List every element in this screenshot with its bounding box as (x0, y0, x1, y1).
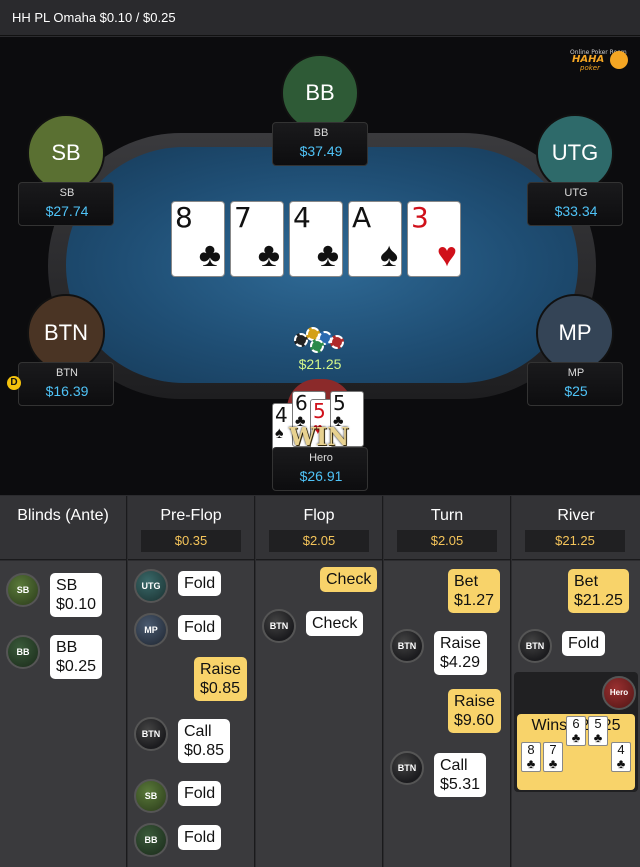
hero-action-bubble: Check (320, 567, 378, 592)
seat-utg-plate: UTG $33.34 (527, 182, 623, 226)
room-logo: Online Poker Room HAHA poker (570, 49, 628, 72)
action-bubble: Fold (178, 825, 222, 850)
seat-mp-stack: $25 (564, 383, 588, 399)
winner-box: Hero Wins $21.25 8♣ 7♣ 6♣ 5♣ 4♣ (514, 672, 638, 792)
street-body: UTG Fold MP Fold Raise $0.85 BTN Call $0.8… (128, 561, 254, 867)
action-bubble: Fold (178, 615, 222, 640)
seat-sb-plate: SB $27.74 (18, 182, 114, 226)
position-badge-sb: SB (6, 573, 40, 607)
seat-sb-name: SB (59, 187, 75, 199)
position-badge-btn: BTN (134, 717, 168, 751)
hero-action-bubble: Raise $9.60 (448, 689, 501, 733)
street-body: Check BTN Check (256, 561, 382, 867)
board-card: 3 ♥ (407, 201, 461, 277)
hand-history-panel: Blinds (Ante) SB SB $0.10 BB BB $0.25 Pre-… (0, 496, 640, 867)
seat-bb-plate: BB $37.49 (272, 122, 368, 166)
winning-card: 8 ♣ (521, 742, 541, 772)
action-bubble: SB $0.10 (50, 573, 103, 617)
position-badge-btn: BTN (390, 751, 424, 785)
winner-summary: Wins $21.25 8♣ 7♣ 6♣ 5♣ 4♣ (517, 714, 635, 790)
seat-mp-avatar: MP (536, 294, 614, 372)
action-bubble: Fold (178, 571, 222, 596)
hero-action-bubble: Bet $1.27 (448, 569, 501, 613)
position-badge-btn: BTN (518, 629, 552, 663)
street-column-turn: Turn $2.05 Bet $1.27 BTN Raise $4.29 Raise… (384, 496, 511, 867)
street-header-blinds: Blinds (Ante) (0, 496, 126, 560)
winning-card: 7 ♣ (543, 742, 563, 772)
street-header-flop: Flop $2.05 (256, 496, 382, 560)
seat-btn-stack: $16.39 (45, 383, 89, 399)
board-card: 8 ♣ (171, 201, 225, 277)
position-badge-utg: UTG (134, 569, 168, 603)
position-badge-btn: BTN (262, 609, 296, 643)
action-bubble: Call $5.31 (434, 753, 487, 797)
game-title: HH PL Omaha $0.10 / $0.25 (12, 10, 176, 25)
seat-btn-plate: BTN $16.39 (18, 362, 114, 406)
seat-bb-avatar: BB (281, 54, 359, 132)
action-bubble: Check (306, 611, 364, 636)
hero-action-bubble: Raise $0.85 (194, 657, 247, 701)
logo-mascot-icon (610, 51, 628, 69)
position-badge-bb: BB (6, 635, 40, 669)
street-column-flop: Flop $2.05 Check BTN Check (256, 496, 383, 867)
action-bubble: Call $0.85 (178, 719, 231, 763)
seat-mp-plate: MP $25 (527, 362, 623, 406)
street-title: Flop (303, 507, 335, 524)
action-bubble: Fold (178, 781, 222, 806)
hero-stack: $26.91 (299, 468, 343, 484)
street-title: Pre-Flop (160, 507, 222, 524)
street-header-turn: Turn $2.05 (384, 496, 510, 560)
dealer-button-icon: D (7, 376, 21, 390)
position-badge-bb: BB (134, 823, 168, 857)
seat-btn-avatar: BTN (27, 294, 105, 372)
seat-utg-name: UTG (564, 187, 588, 199)
winning-card: 4 ♣ (611, 742, 631, 772)
street-title: Blinds (Ante) (17, 507, 109, 524)
street-title: River (557, 507, 595, 524)
logo-sub: poker (580, 64, 600, 72)
street-column-blinds: Blinds (Ante) SB SB $0.10 BB BB $0.25 (0, 496, 127, 867)
street-header-preflop: Pre-Flop $0.35 (128, 496, 254, 560)
action-bubble: Fold (562, 631, 606, 656)
position-badge-btn: BTN (390, 629, 424, 663)
pot-chips-icon (290, 325, 348, 359)
action-bubble: BB $0.25 (50, 635, 103, 679)
street-pot: $2.05 (269, 530, 369, 552)
win-banner: WIN (289, 422, 350, 451)
position-badge-sb: SB (134, 779, 168, 813)
action-bubble: Raise $4.29 (434, 631, 487, 675)
board-card: 7 ♣ (230, 201, 284, 277)
board-card: 4 ♣ (289, 201, 343, 277)
seat-sb-stack: $27.74 (45, 203, 89, 219)
seat-utg-avatar: UTG (536, 114, 614, 192)
street-header-river: River $21.25 (512, 496, 640, 560)
board-cards: 8 ♣ 7 ♣ 4 ♣ A ♠ 3 ♥ (171, 201, 463, 277)
pot-amount: $21.25 (298, 356, 342, 372)
board-card: A ♠ (348, 201, 402, 277)
hero-action-bubble: Bet $21.25 (568, 569, 629, 613)
seat-utg-stack: $33.34 (554, 203, 598, 219)
seat-btn-name: BTN (56, 367, 78, 379)
hero-name: Hero (309, 452, 333, 464)
street-pot: $2.05 (397, 530, 497, 552)
seat-sb-avatar: SB (27, 114, 105, 192)
seat-mp-name: MP (567, 367, 585, 379)
winning-card: 6 ♣ (566, 716, 586, 746)
seat-bb-name: BB (313, 127, 329, 139)
street-column-preflop: Pre-Flop $0.35 UTG Fold MP Fold Raise $0.… (128, 496, 255, 867)
position-badge-mp: MP (134, 613, 168, 647)
street-body: Bet $1.27 BTN Raise $4.29 Raise $9.60 BTN C… (384, 561, 510, 867)
position-badge-hero: Hero (602, 676, 636, 710)
seat-bb-stack: $37.49 (299, 143, 343, 159)
street-pot: $0.35 (141, 530, 241, 552)
street-pot: $21.25 (525, 530, 625, 552)
street-title: Turn (430, 507, 464, 524)
title-bar: HH PL Omaha $0.10 / $0.25 (0, 0, 640, 36)
poker-table-area: Online Poker Room HAHA poker BB BB $37.4… (0, 37, 640, 495)
hero-plate: Hero $26.91 (272, 447, 368, 491)
winning-card: 5 ♣ (588, 716, 608, 746)
street-body: SB SB $0.10 BB BB $0.25 (0, 561, 126, 867)
